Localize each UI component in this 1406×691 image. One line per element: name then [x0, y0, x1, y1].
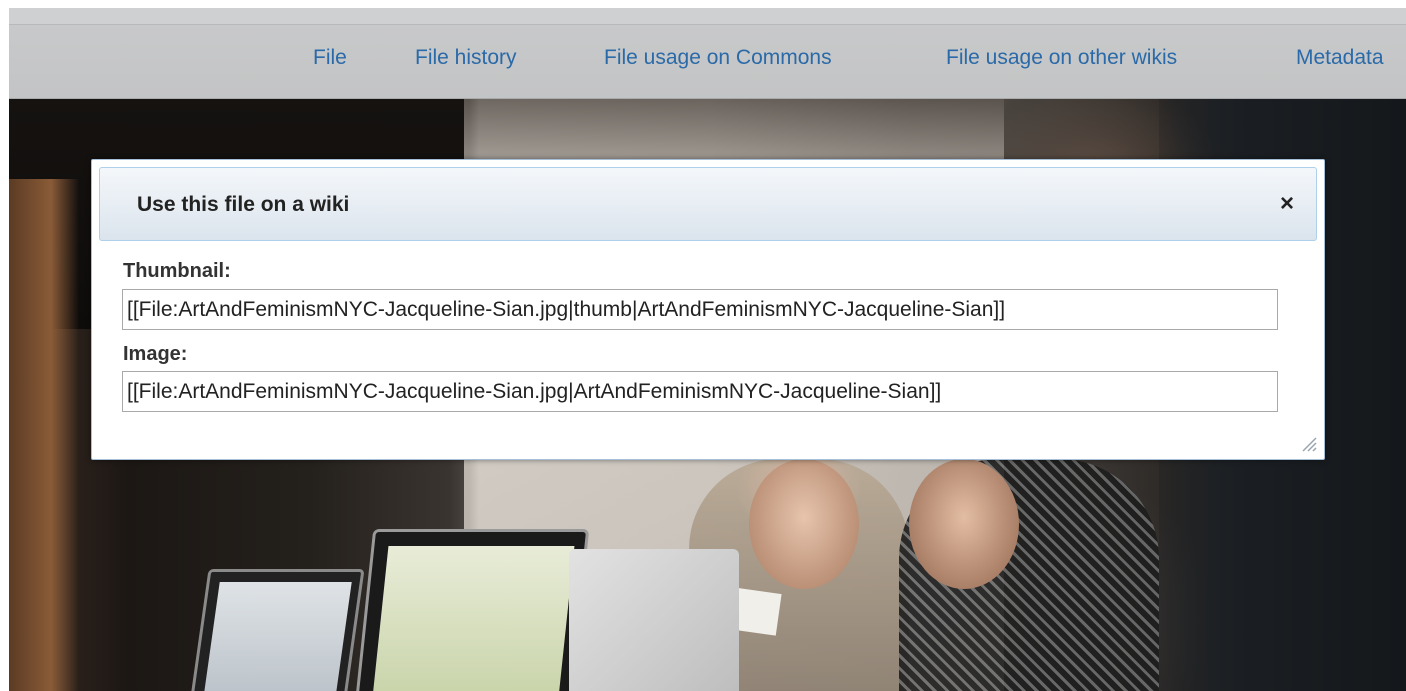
page-viewport: File File history File usage on Commons … — [0, 0, 1406, 691]
thumbnail-label: Thumbnail: — [123, 260, 231, 282]
close-icon[interactable]: × — [1272, 189, 1302, 219]
photo-laptop-center-screen — [372, 546, 575, 691]
photo-laptop-center — [354, 529, 590, 691]
photo-laptop-left-screen — [202, 582, 352, 691]
image-label: Image: — [123, 343, 188, 365]
tab-file[interactable]: File — [313, 43, 347, 73]
file-page-tab-bar: File File history File usage on Commons … — [9, 8, 1406, 99]
tab-file-history[interactable]: File history — [415, 43, 517, 73]
image-wikitext-field[interactable] — [122, 371, 1278, 412]
left-margin — [0, 0, 9, 691]
photo-laptop-right — [569, 549, 739, 691]
photo-laptop-left — [189, 569, 365, 691]
tab-file-usage-other-wikis[interactable]: File usage on other wikis — [946, 43, 1177, 73]
dialog-titlebar[interactable]: Use this file on a wiki × — [99, 167, 1317, 241]
tab-file-usage-commons[interactable]: File usage on Commons — [604, 43, 832, 73]
tab-metadata[interactable]: Metadata — [1296, 43, 1384, 73]
tab-list: File File history File usage on Commons … — [9, 43, 1406, 73]
tab-bar-divider — [9, 24, 1406, 25]
resize-grip-icon[interactable] — [1295, 430, 1317, 452]
dialog-title: Use this file on a wiki — [137, 193, 350, 216]
photo-person-left — [9, 179, 79, 691]
top-margin — [0, 0, 1406, 8]
photo-face-right — [909, 459, 1019, 589]
use-file-dialog: Use this file on a wiki × Thumbnail: Ima… — [91, 159, 1325, 460]
photo-face-center — [749, 459, 859, 589]
thumbnail-wikitext-field[interactable] — [122, 289, 1278, 330]
